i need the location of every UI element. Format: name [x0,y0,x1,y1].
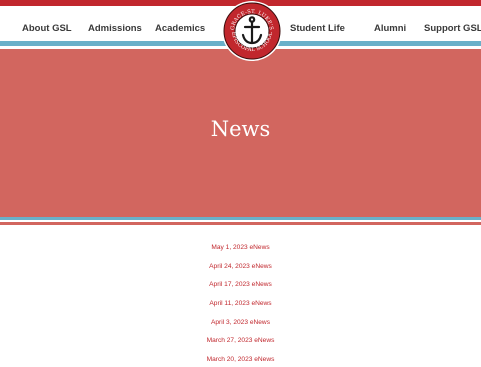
news-list-item: April 17, 2023 eNews [0,273,481,292]
hero-divider-red [0,222,481,225]
news-link[interactable]: April 3, 2023 eNews [211,319,270,326]
hero-divider-blue [0,217,481,220]
nav-alumni[interactable]: Alumni [374,23,406,34]
news-list: May 1, 2023 eNews April 24, 2023 eNews A… [0,236,481,367]
page-title: News [210,117,271,141]
news-list-item: April 24, 2023 eNews [0,255,481,274]
news-link[interactable]: April 17, 2023 eNews [209,281,272,288]
news-link[interactable]: March 27, 2023 eNews [207,337,275,344]
nav-admissions[interactable]: Admissions [88,23,142,34]
nav-academics[interactable]: Academics [155,23,205,34]
news-list-item: March 27, 2023 eNews [0,329,481,348]
news-list-item: April 11, 2023 eNews [0,292,481,311]
nav-about-gsl[interactable]: About GSL [22,23,72,34]
news-list-item: May 1, 2023 eNews [0,236,481,255]
hero-banner: News [0,49,481,217]
nav-student-life[interactable]: Student Life [290,23,345,34]
school-logo[interactable]: GRACE-ST. LUKE'S EPISCOPAL SCHOOL [221,0,283,62]
nav-support-gsl[interactable]: Support GSL [424,23,481,34]
news-link[interactable]: May 1, 2023 eNews [211,244,269,251]
news-list-item: April 3, 2023 eNews [0,311,481,330]
news-link[interactable]: April 24, 2023 eNews [209,263,272,270]
news-link[interactable]: March 20, 2023 eNews [207,356,275,363]
school-seal-logo: GRACE-ST. LUKE'S EPISCOPAL SCHOOL [222,1,282,61]
news-link[interactable]: April 11, 2023 eNews [209,300,271,307]
